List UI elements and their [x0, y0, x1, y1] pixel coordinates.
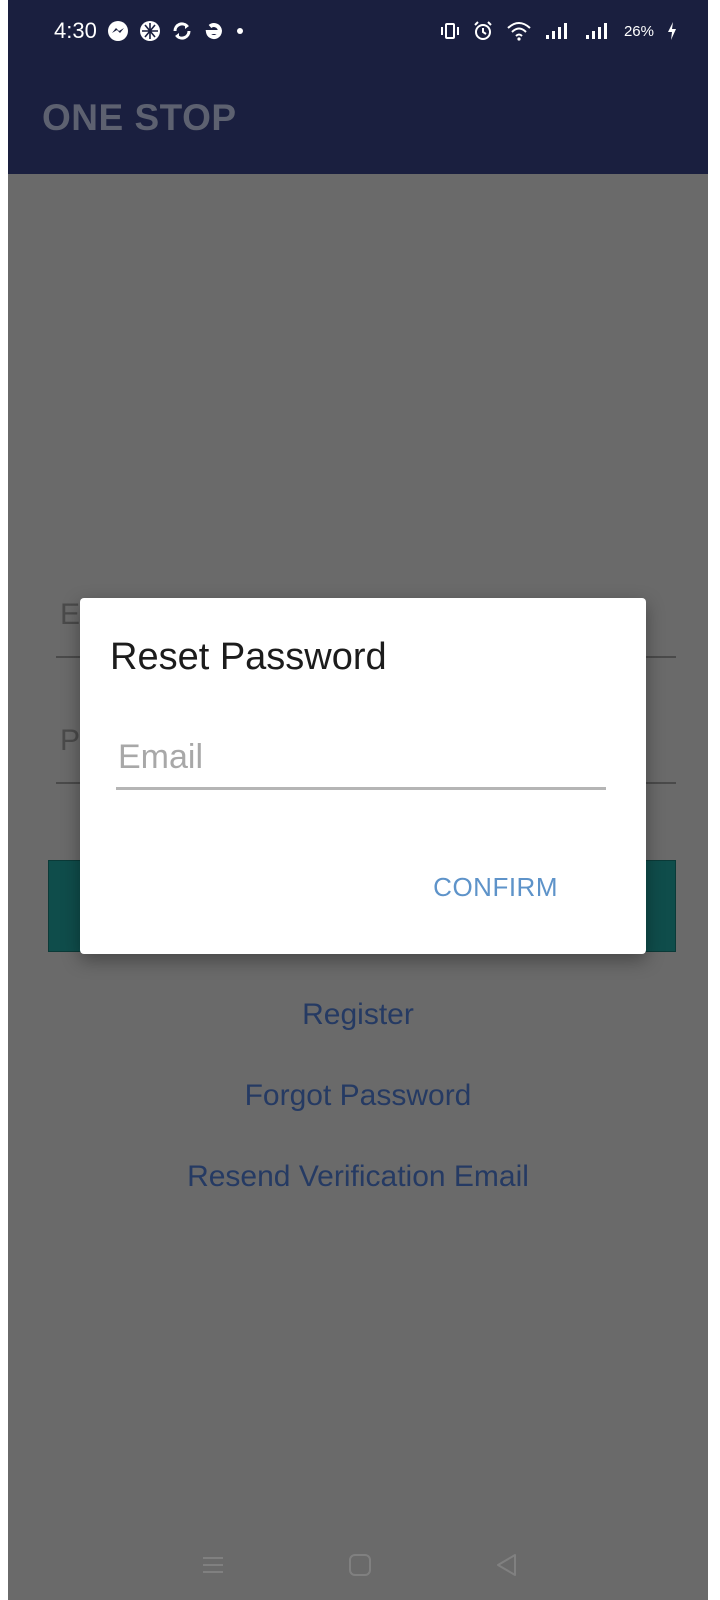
- alarm-icon: [472, 20, 494, 42]
- status-left: 4:30: [54, 18, 245, 44]
- phone-screen: 4:30 26% ONE STOP E P Register Forgot Pa…: [0, 0, 720, 1600]
- vibrate-icon: [440, 21, 460, 41]
- app-title: ONE STOP: [42, 97, 237, 138]
- status-time: 4:30: [54, 18, 97, 43]
- reset-email-input[interactable]: [116, 728, 606, 790]
- dot-icon: [235, 26, 245, 36]
- status-right: 26%: [440, 20, 708, 42]
- register-link[interactable]: Register: [8, 998, 708, 1032]
- status-bar: 4:30 26%: [8, 0, 708, 62]
- menu-icon[interactable]: [200, 1553, 226, 1577]
- system-nav-bar: [0, 1530, 720, 1600]
- battery-charging-icon: [666, 21, 678, 41]
- signal-icon: [544, 21, 572, 41]
- sync-icon: [171, 20, 193, 42]
- app-bar: ONE STOP: [8, 62, 708, 174]
- back-icon[interactable]: [494, 1552, 520, 1578]
- confirm-button[interactable]: CONFIRM: [425, 866, 566, 909]
- battery-level: 26%: [623, 22, 654, 40]
- email-field-hint: E: [60, 598, 81, 631]
- dialog-title: Reset Password: [110, 636, 387, 678]
- messenger-icon: [107, 20, 129, 42]
- wifi-icon: [506, 20, 532, 42]
- resend-verification-link[interactable]: Resend Verification Email: [8, 1160, 708, 1194]
- signal-icon: [584, 21, 612, 41]
- reset-password-dialog: Reset Password CONFIRM: [80, 598, 646, 954]
- dribbble-icon: [139, 20, 161, 42]
- forgot-password-link[interactable]: Forgot Password: [8, 1079, 708, 1113]
- home-icon[interactable]: [347, 1552, 373, 1578]
- password-field-hint: P: [60, 724, 81, 757]
- e-app-icon: [203, 20, 225, 42]
